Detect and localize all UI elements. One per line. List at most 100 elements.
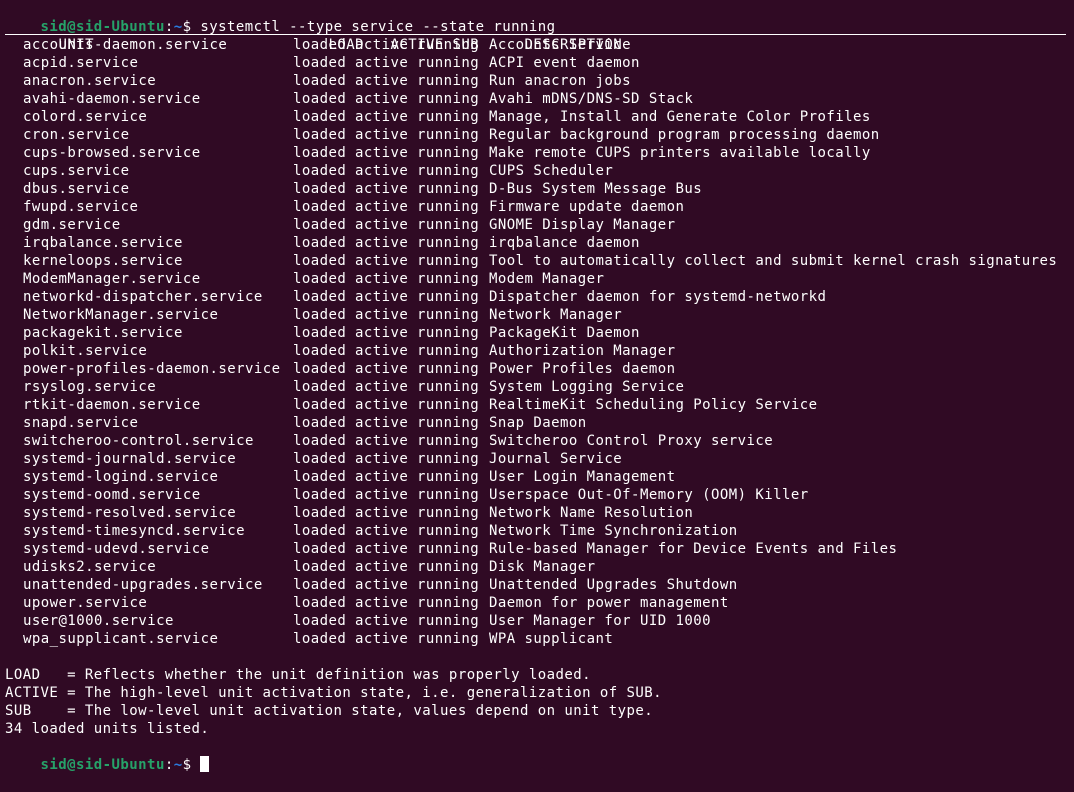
table-row: switcheroo-control.service loaded active ru…	[5, 432, 1074, 450]
unit-name: cron.service	[23, 127, 130, 143]
legend-line: LOAD = Reflects whether the unit definit…	[5, 667, 591, 683]
sub-state: running	[417, 397, 480, 413]
sub-state: running	[417, 343, 480, 359]
load-state: loaded	[293, 397, 347, 413]
active-state: active	[355, 451, 409, 467]
load-state: loaded	[293, 559, 347, 575]
unit-name: systemd-logind.service	[23, 469, 219, 485]
active-state: active	[355, 487, 409, 503]
sub-state: running	[417, 595, 480, 611]
active-state: active	[355, 379, 409, 395]
load-state: loaded	[293, 127, 347, 143]
table-row: unattended-upgrades.service loaded active r…	[5, 576, 1074, 594]
unit-name: power-profiles-daemon.service	[23, 361, 281, 377]
active-state: active	[355, 199, 409, 215]
unit-name: polkit.service	[23, 343, 148, 359]
sub-state: running	[417, 307, 480, 323]
text-cursor[interactable]	[200, 756, 210, 772]
active-state: active	[355, 631, 409, 647]
prompt-line[interactable]: sid@sid-Ubuntu:~$	[5, 738, 1074, 773]
table-row: wpa_supplicant.service loaded active runnin…	[5, 630, 1074, 648]
service-table: accounts-daemon.service loaded active runni…	[5, 36, 1074, 648]
active-state: active	[355, 145, 409, 161]
active-state: active	[355, 73, 409, 89]
unit-description: Dispatcher daemon for systemd-networkd	[489, 289, 827, 305]
sub-state: running	[417, 235, 480, 251]
sub-state: running	[417, 73, 480, 89]
unit-name: packagekit.service	[23, 325, 183, 341]
active-state: active	[355, 361, 409, 377]
unit-name: systemd-oomd.service	[23, 487, 201, 503]
active-state: active	[355, 307, 409, 323]
load-state: loaded	[293, 505, 347, 521]
active-state: active	[355, 163, 409, 179]
load-state: loaded	[293, 631, 347, 647]
active-state: active	[355, 271, 409, 287]
sub-state: running	[417, 181, 480, 197]
load-state: loaded	[293, 91, 347, 107]
unit-name: avahi-daemon.service	[23, 91, 201, 107]
active-state: active	[355, 109, 409, 125]
active-state: active	[355, 91, 409, 107]
unit-name: cups.service	[23, 163, 130, 179]
active-state: active	[355, 127, 409, 143]
sub-state: running	[417, 361, 480, 377]
unit-description: Make remote CUPS printers available loca…	[489, 145, 871, 161]
table-row: fwupd.service loaded active running Firmware…	[5, 198, 1074, 216]
load-state: loaded	[293, 235, 347, 251]
unit-description: RealtimeKit Scheduling Policy Service	[489, 397, 818, 413]
unit-description: ACPI event daemon	[489, 55, 640, 71]
legend-line: ACTIVE = The high-level unit activation …	[5, 685, 663, 701]
sub-state: running	[417, 253, 480, 269]
unit-name: rtkit-daemon.service	[23, 397, 201, 413]
unit-name: networkd-dispatcher.service	[23, 289, 263, 305]
header-sub: SUB	[452, 37, 480, 53]
unit-name: rsyslog.service	[23, 379, 157, 395]
prompt-user-host: sid@sid-Ubuntu	[40, 757, 165, 773]
table-row: power-profiles-daemon.service loaded activ…	[5, 360, 1074, 378]
unit-description: Run anacron jobs	[489, 73, 632, 89]
table-row: user@1000.service loaded active running User…	[5, 612, 1074, 630]
unit-description: Switcheroo Control Proxy service	[489, 433, 774, 449]
table-row: anacron.service loaded active running Run an…	[5, 72, 1074, 90]
table-row: snapd.service loaded active running Snap Dae…	[5, 414, 1074, 432]
unit-description: Snap Daemon	[489, 415, 587, 431]
load-state: loaded	[293, 271, 347, 287]
table-row: rtkit-daemon.service loaded active running R…	[5, 396, 1074, 414]
prompt-separator: :	[164, 757, 174, 773]
sub-state: running	[417, 379, 480, 395]
sub-state: running	[417, 325, 480, 341]
sub-state: running	[417, 415, 480, 431]
unit-description: irqbalance daemon	[489, 235, 640, 251]
sub-state: running	[417, 541, 480, 557]
header-load: LOAD	[328, 37, 365, 53]
table-row: systemd-udevd.service loaded active running…	[5, 540, 1074, 558]
table-row: upower.service loaded active running Daemon …	[5, 594, 1074, 612]
table-row: systemd-timesyncd.service loaded active run…	[5, 522, 1074, 540]
table-row: udisks2.service loaded active running Disk M…	[5, 558, 1074, 576]
unit-name: cups-browsed.service	[23, 145, 201, 161]
table-row: systemd-resolved.service loaded active runn…	[5, 504, 1074, 522]
active-state: active	[355, 613, 409, 629]
unit-description: Network Time Synchronization	[489, 523, 738, 539]
load-state: loaded	[293, 307, 347, 323]
terminal-window[interactable]: sid@sid-Ubuntu:~$ systemctl --type servi…	[0, 0, 1074, 773]
active-state: active	[355, 433, 409, 449]
load-state: loaded	[293, 199, 347, 215]
load-state: loaded	[293, 469, 347, 485]
load-state: loaded	[293, 145, 347, 161]
unit-description: Avahi mDNS/DNS-SD Stack	[489, 91, 694, 107]
table-row: avahi-daemon.service loaded active running A…	[5, 90, 1074, 108]
summary-text: 34 loaded units listed.	[5, 721, 210, 737]
unit-description: Regular background program processing da…	[489, 127, 880, 143]
table-row: NetworkManager.service loaded active runnin…	[5, 306, 1074, 324]
load-state: loaded	[293, 577, 347, 593]
unit-name: systemd-udevd.service	[23, 541, 210, 557]
sub-state: running	[417, 289, 480, 305]
active-state: active	[355, 289, 409, 305]
unit-name: switcheroo-control.service	[23, 433, 254, 449]
table-row: systemd-oomd.service loaded active running U…	[5, 486, 1074, 504]
active-state: active	[355, 253, 409, 269]
sub-state: running	[417, 559, 480, 575]
